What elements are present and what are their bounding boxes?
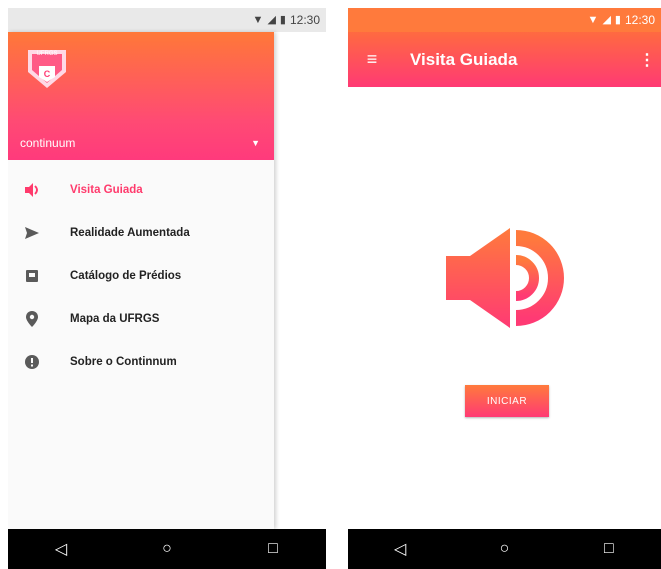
page-title: Visita Guiada <box>410 49 518 69</box>
visita-guiada-screen: ▼ ◢ ▮ 12:30 ≡ Visita Guiada ⋮ INICIAR ◁ … <box>348 8 661 569</box>
location-pin-icon <box>22 309 42 329</box>
more-options-icon[interactable]: ⋮ <box>633 50 661 70</box>
status-bar: ▼ ◢ ▮ 12:30 <box>348 8 661 32</box>
home-icon[interactable]: ○ <box>147 540 187 558</box>
app-bar: ≡ Visita Guiada ⋮ <box>348 32 661 87</box>
menu-item-label: Realidade Aumentada <box>70 226 190 239</box>
menu-item-label: Catálogo de Prédios <box>70 269 182 282</box>
battery-icon: ▮ <box>614 13 621 26</box>
signal-icon: ◢ <box>267 13 276 26</box>
drawer-screen: ▼ ◢ ▮ 12:30 UFRGS C continuum ▼ Visita G… <box>8 8 326 569</box>
menu-item-realidade-aumentada[interactable]: Realidade Aumentada <box>8 211 274 254</box>
back-icon[interactable]: ◁ <box>41 539 81 559</box>
signal-icon: ◢ <box>602 13 611 26</box>
menu-item-label: Visita Guiada <box>70 183 143 196</box>
drawer-menu: Visita Guiada Realidade Aumentada Catálo… <box>8 160 274 383</box>
back-icon[interactable]: ◁ <box>380 539 420 559</box>
drawer-header: UFRGS C continuum ▼ <box>8 32 274 160</box>
navigation-drawer: UFRGS C continuum ▼ Visita Guiada Realid… <box>8 32 274 529</box>
hamburger-menu-icon[interactable]: ≡ <box>348 49 396 70</box>
account-name: continuum <box>20 136 76 150</box>
system-nav-bar: ◁ ○ □ <box>8 529 326 569</box>
dropdown-arrow-icon: ▼ <box>251 138 260 148</box>
main-content: INICIAR <box>348 87 661 529</box>
logo-letter: C <box>44 69 51 79</box>
ufrgs-logo: UFRGS C <box>28 50 66 88</box>
recents-icon[interactable]: □ <box>253 540 293 558</box>
catalog-icon <box>22 266 42 286</box>
battery-icon: ▮ <box>279 13 286 26</box>
menu-item-mapa-da-ufrgs[interactable]: Mapa da UFRGS <box>8 297 274 340</box>
send-icon <box>22 223 42 243</box>
status-bar: ▼ ◢ ▮ 12:30 <box>8 8 326 32</box>
speaker-icon <box>446 228 564 328</box>
speaker-icon <box>22 180 42 200</box>
start-button[interactable]: INICIAR <box>465 385 549 417</box>
recents-icon[interactable]: □ <box>589 540 629 558</box>
wifi-icon: ▼ <box>587 13 599 26</box>
menu-item-label: Mapa da UFRGS <box>70 312 160 325</box>
menu-item-sobre-o-continnum[interactable]: Sobre o Continnum <box>8 340 274 383</box>
background-content <box>274 32 326 529</box>
menu-item-visita-guiada[interactable]: Visita Guiada <box>8 168 274 211</box>
info-icon <box>22 352 42 372</box>
system-nav-bar: ◁ ○ □ <box>348 529 661 569</box>
status-time: 12:30 <box>624 13 655 27</box>
status-time: 12:30 <box>289 13 320 27</box>
account-selector[interactable]: continuum ▼ <box>20 136 260 150</box>
wifi-icon: ▼ <box>252 13 264 26</box>
menu-item-catalogo-de-predios[interactable]: Catálogo de Prédios <box>8 254 274 297</box>
menu-item-label: Sobre o Continnum <box>70 355 177 368</box>
home-icon[interactable]: ○ <box>484 540 524 558</box>
logo-text: UFRGS <box>37 51 58 57</box>
